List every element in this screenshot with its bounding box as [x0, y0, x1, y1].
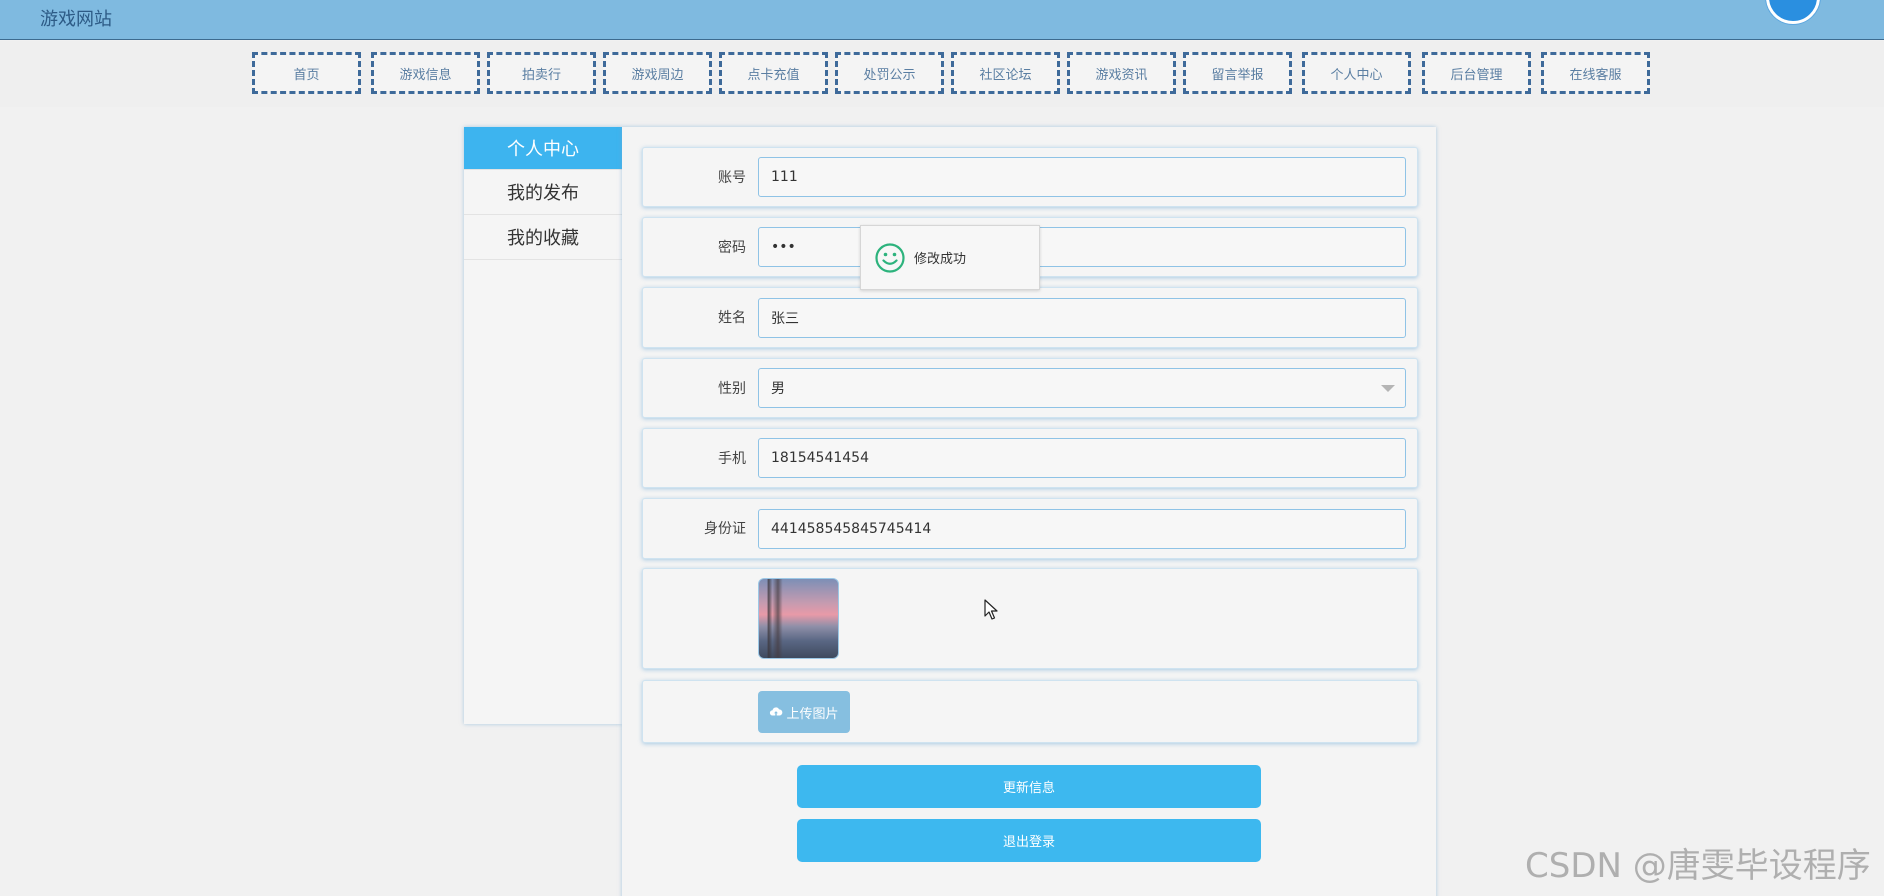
form-row-name: 姓名 张三 — [642, 287, 1418, 348]
gender-select-value: 男 — [771, 381, 785, 397]
name-label: 姓名 — [718, 310, 746, 326]
name-input[interactable]: 张三 — [758, 298, 1406, 338]
watermark-text: CSDN @唐雯毕设程序 — [1525, 846, 1871, 886]
cloud-upload-icon — [770, 707, 783, 716]
form-row-gender: 性别 男 — [642, 358, 1418, 418]
nav-item-news[interactable]: 游戏资讯 — [1067, 52, 1176, 94]
phone-label: 手机 — [718, 451, 746, 467]
smile-icon — [875, 242, 905, 273]
nav-item-auction[interactable]: 拍卖行 — [487, 52, 596, 94]
main-nav: 首页 游戏信息 拍卖行 游戏周边 点卡充值 处罚公示 社区论坛 游戏资讯 留言举… — [0, 41, 1884, 107]
id-card-label: 身份证 — [704, 521, 746, 537]
success-toast: 修改成功 — [860, 225, 1040, 290]
upload-image-button[interactable]: 上传图片 — [758, 691, 850, 733]
nav-item-report[interactable]: 留言举报 — [1183, 52, 1292, 94]
gender-select[interactable]: 男 — [758, 368, 1406, 408]
nav-item-game-info[interactable]: 游戏信息 — [371, 52, 480, 94]
sidebar-item-favorites[interactable]: 我的收藏 — [464, 215, 622, 260]
form-row-phone: 手机 18154541454 — [642, 428, 1418, 488]
chevron-down-icon — [1381, 385, 1395, 392]
user-avatar[interactable] — [1766, 0, 1820, 24]
top-header: 游戏网站 — [0, 0, 1884, 40]
nav-item-home[interactable]: 首页 — [252, 52, 361, 94]
nav-item-support[interactable]: 在线客服 — [1541, 52, 1650, 94]
nav-item-merchandise[interactable]: 游戏周边 — [603, 52, 712, 94]
form-row-account: 账号 111 — [642, 147, 1418, 207]
account-input[interactable]: 111 — [758, 157, 1406, 197]
account-label: 账号 — [718, 170, 746, 186]
id-card-input[interactable]: 441458545845745414 — [758, 509, 1406, 549]
update-info-button[interactable]: 更新信息 — [797, 765, 1261, 808]
mouse-cursor-icon — [984, 599, 998, 620]
nav-item-penalty[interactable]: 处罚公示 — [835, 52, 944, 94]
password-input[interactable]: ••• — [758, 227, 1406, 267]
logout-button[interactable]: 退出登录 — [797, 819, 1261, 862]
upload-image-label: 上传图片 — [786, 706, 839, 722]
toast-message: 修改成功 — [914, 252, 967, 267]
nav-item-personal-center[interactable]: 个人中心 — [1302, 52, 1411, 94]
form-row-upload: 上传图片 — [642, 680, 1418, 743]
sidebar-item-my-posts[interactable]: 我的发布 — [464, 170, 622, 215]
nav-item-forum[interactable]: 社区论坛 — [951, 52, 1060, 94]
form-row-avatar-preview — [642, 568, 1418, 669]
nav-item-recharge[interactable]: 点卡充值 — [719, 52, 828, 94]
sidebar-item-personal-center[interactable]: 个人中心 — [464, 127, 622, 170]
nav-item-admin[interactable]: 后台管理 — [1422, 52, 1531, 94]
site-title[interactable]: 游戏网站 — [40, 5, 112, 31]
password-label: 密码 — [718, 240, 746, 256]
avatar-image-preview[interactable] — [758, 578, 839, 659]
sidebar: 个人中心 我的发布 我的收藏 — [464, 127, 622, 724]
phone-input[interactable]: 18154541454 — [758, 438, 1406, 478]
gender-label: 性别 — [718, 381, 746, 397]
form-row-id-card: 身份证 441458545845745414 — [642, 498, 1418, 559]
